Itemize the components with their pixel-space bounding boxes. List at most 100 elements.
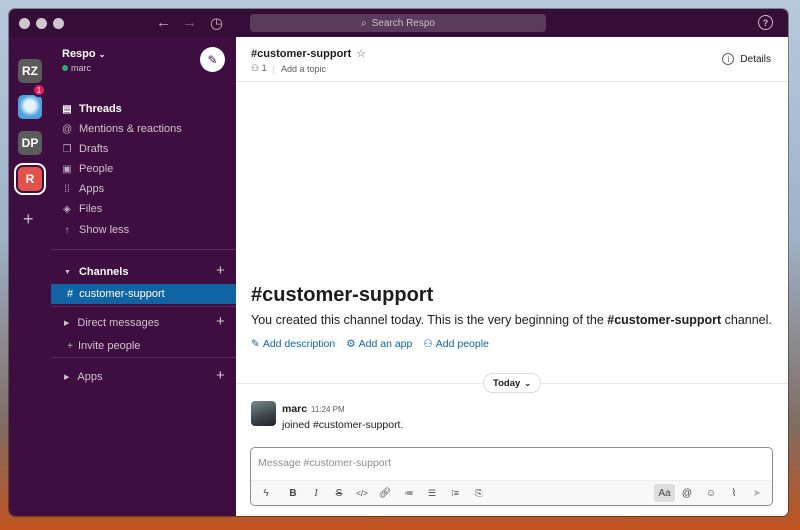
- strikethrough-icon[interactable]: S: [330, 485, 348, 501]
- sidebar-item-show-less[interactable]: ↑ Show less: [62, 221, 130, 239]
- star-icon[interactable]: ☆: [356, 48, 366, 60]
- channel-sidebar: Respo ⌄ marc ✎ ▤ Threads @ Mentions & re…: [51, 37, 236, 516]
- ordered-list-icon[interactable]: ≔: [400, 485, 418, 501]
- message-composer: ϟ B I S </> 🔗︎ ≔ ☰ ⁝≡ ⎘ Aa @ ☺ ⌇ ➤: [250, 447, 773, 506]
- emoji-icon[interactable]: ☺: [702, 485, 720, 501]
- channel-title[interactable]: #customer-support ☆: [251, 47, 366, 60]
- add-app-link[interactable]: ⚙ Add an app: [346, 338, 412, 350]
- hash-icon: #: [67, 288, 74, 300]
- workspace-respo[interactable]: R: [18, 167, 42, 191]
- caret-right-icon: ▶: [64, 320, 70, 327]
- shortcuts-lightning-icon[interactable]: ϟ: [257, 485, 275, 501]
- bulleted-list-icon[interactable]: ☰: [423, 485, 441, 501]
- avatar[interactable]: [251, 401, 276, 426]
- info-icon: i: [722, 53, 735, 65]
- dm-section-header[interactable]: ▶ Direct messages: [64, 314, 159, 332]
- message-author[interactable]: marc: [282, 403, 307, 415]
- app-window: ← → ◷ ⌕ Search Respo ? RZ 1 DP R + Respo…: [9, 9, 788, 516]
- caret-right-icon: ▶: [64, 374, 70, 381]
- message-timestamp[interactable]: 11:24 PM: [311, 405, 345, 414]
- message-input[interactable]: [258, 453, 758, 473]
- formatting-toolbar: ϟ B I S </> 🔗︎ ≔ ☰ ⁝≡ ⎘ Aa @ ☺ ⌇ ➤: [251, 480, 772, 505]
- sidebar-divider: [51, 357, 236, 358]
- sidebar-item-threads[interactable]: ▤ Threads: [62, 100, 122, 118]
- zoom-window-button[interactable]: [53, 18, 64, 29]
- blockquote-icon[interactable]: ⁝≡: [446, 485, 464, 501]
- compose-button[interactable]: ✎: [200, 47, 225, 72]
- apps-section-header[interactable]: ▶ Apps: [64, 368, 102, 386]
- title-bar: ← → ◷ ⌕ Search Respo ?: [9, 9, 788, 37]
- message-body: joined #customer-support.: [282, 419, 404, 431]
- pencil-icon: ✎: [251, 338, 260, 350]
- meta-separator: |: [272, 63, 275, 74]
- apps-grid-icon: ⁞⁞: [64, 183, 70, 195]
- add-dm-icon[interactable]: +: [216, 313, 225, 330]
- channels-section-header[interactable]: ▼ Channels: [64, 263, 128, 281]
- files-icon: ◈: [63, 203, 71, 215]
- close-window-button[interactable]: [19, 18, 30, 29]
- sidebar-item-apps[interactable]: ⁞⁞ Apps: [62, 180, 104, 198]
- add-person-icon: ⚇: [423, 338, 433, 350]
- search-bar[interactable]: ⌕ Search Respo: [250, 14, 546, 32]
- sidebar-item-customer-support[interactable]: # customer-support: [51, 284, 236, 304]
- history-icon[interactable]: ◷: [210, 14, 223, 32]
- workspace-rail: RZ 1 DP R +: [9, 37, 51, 516]
- workspace-name[interactable]: Respo ⌄: [62, 48, 105, 60]
- presence-icon: [62, 65, 68, 71]
- add-people-link[interactable]: ⚇ Add people: [423, 338, 489, 350]
- plus-icon: +: [67, 340, 73, 352]
- add-description-link[interactable]: ✎ Add description: [251, 338, 335, 350]
- workspace-dp[interactable]: DP: [18, 131, 42, 155]
- app-spark-icon: ⚙: [346, 338, 356, 350]
- search-placeholder: Search Respo: [371, 17, 435, 29]
- attachment-icon[interactable]: ⌇: [725, 485, 743, 501]
- at-icon: @: [62, 123, 73, 135]
- compose-icon: ✎: [207, 52, 218, 67]
- sidebar-divider: [51, 306, 236, 307]
- details-button[interactable]: i Details: [722, 53, 771, 65]
- chevron-down-icon: ⌄: [524, 378, 531, 388]
- forward-arrow-icon[interactable]: →: [182, 14, 197, 31]
- bold-icon[interactable]: B: [284, 485, 302, 501]
- sidebar-divider: [51, 249, 236, 250]
- arrow-up-icon: ↑: [64, 224, 70, 236]
- person-icon: ⚇: [251, 63, 260, 73]
- minimize-window-button[interactable]: [36, 18, 47, 29]
- channel-view: #customer-support ☆ ⚇ 1 | Add a topic i D…: [236, 37, 788, 516]
- add-workspace-icon[interactable]: +: [23, 209, 34, 230]
- workspace-blue[interactable]: [18, 95, 42, 119]
- channel-meta: ⚇ 1 | Add a topic: [251, 63, 326, 74]
- sidebar-item-files[interactable]: ◈ Files: [62, 200, 102, 218]
- drafts-icon: ❐: [62, 143, 72, 155]
- channel-intro-heading: #customer-support: [251, 284, 434, 306]
- help-icon[interactable]: ?: [758, 15, 773, 30]
- add-app-icon[interactable]: +: [216, 367, 225, 384]
- search-icon: ⌕: [361, 17, 367, 29]
- current-user: marc: [62, 63, 91, 73]
- send-icon[interactable]: ➤: [748, 485, 766, 501]
- channel-intro-text: You created this channel today. This is …: [251, 313, 772, 327]
- threads-icon: ▤: [62, 103, 72, 115]
- channel-header: #customer-support ☆ ⚇ 1 | Add a topic i D…: [236, 37, 788, 82]
- member-count[interactable]: ⚇ 1: [251, 63, 267, 74]
- people-icon: ▣: [62, 163, 72, 175]
- window-controls: [19, 18, 64, 29]
- code-block-icon[interactable]: ⎘: [470, 485, 488, 501]
- invite-people-link[interactable]: + Invite people: [65, 337, 140, 355]
- day-divider-button[interactable]: Today ⌄: [483, 373, 541, 393]
- code-icon[interactable]: </>: [353, 485, 371, 501]
- add-channel-icon[interactable]: +: [216, 262, 225, 279]
- back-arrow-icon[interactable]: ←: [156, 14, 171, 31]
- link-icon[interactable]: 🔗︎: [376, 485, 394, 501]
- sidebar-item-drafts[interactable]: ❐ Drafts: [62, 140, 109, 158]
- sidebar-item-mentions[interactable]: @ Mentions & reactions: [62, 120, 182, 138]
- caret-down-icon: ▼: [64, 268, 71, 276]
- mention-icon[interactable]: @: [678, 485, 696, 501]
- channel-intro-actions: ✎ Add description ⚙ Add an app ⚇ Add people: [251, 338, 489, 350]
- formatting-toggle-button[interactable]: Aa: [654, 484, 675, 502]
- sidebar-item-people[interactable]: ▣ People: [62, 160, 113, 178]
- workspace-rz[interactable]: RZ: [18, 59, 42, 83]
- chevron-down-icon: ⌄: [98, 50, 106, 59]
- italic-icon[interactable]: I: [307, 485, 325, 501]
- add-topic-link[interactable]: Add a topic: [281, 64, 326, 74]
